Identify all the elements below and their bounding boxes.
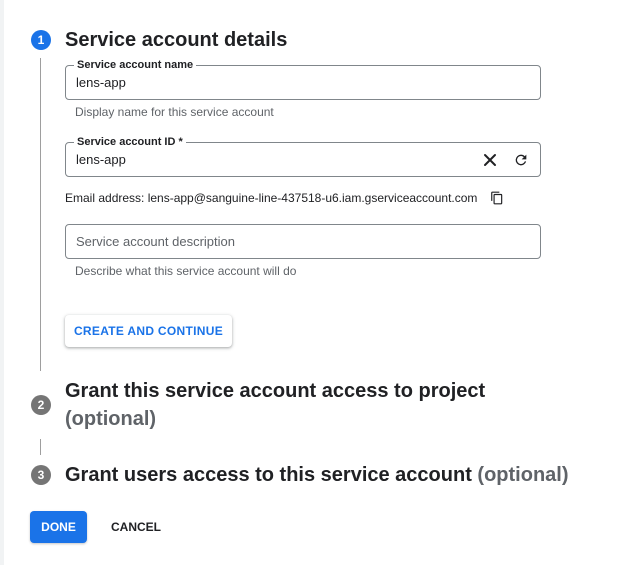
step-2-title: Grant this service account access to pro… bbox=[65, 377, 485, 433]
step-1-badge: 1 bbox=[31, 30, 51, 50]
step-2-badge: 2 bbox=[31, 395, 51, 415]
step-3-optional: (optional) bbox=[477, 464, 569, 486]
step-2-title-text: Grant this service account access to pro… bbox=[65, 380, 486, 402]
step-2-number: 2 bbox=[37, 398, 45, 412]
panel-left-edge bbox=[0, 0, 4, 565]
create-and-continue-button[interactable]: CREATE AND CONTINUE bbox=[65, 315, 232, 347]
step-3-title-text: Grant users access to this service accou… bbox=[65, 464, 472, 486]
service-account-name-hint: Display name for this service account bbox=[75, 105, 274, 119]
step-connector-1 bbox=[40, 58, 41, 371]
clear-icon[interactable] bbox=[479, 149, 501, 171]
service-account-description-hint: Describe what this service account will … bbox=[75, 264, 297, 278]
service-account-name-value[interactable]: lens-app bbox=[76, 75, 126, 90]
refresh-icon[interactable] bbox=[510, 149, 532, 171]
service-account-id-value[interactable]: lens-app bbox=[76, 152, 126, 167]
step-3-number: 3 bbox=[37, 468, 45, 482]
step-1-number: 1 bbox=[37, 33, 45, 47]
service-account-id-label: Service account ID * bbox=[74, 135, 186, 149]
service-account-id-field[interactable]: Service account ID * lens-app bbox=[65, 135, 541, 177]
step-3-title: Grant users access to this service accou… bbox=[65, 461, 569, 489]
email-address-text: Email address: lens-app@sanguine-line-43… bbox=[65, 191, 478, 205]
step-connector-2 bbox=[40, 439, 41, 455]
cancel-button[interactable]: CANCEL bbox=[103, 511, 169, 543]
service-account-name-label: Service account name bbox=[74, 58, 197, 72]
service-account-description-placeholder[interactable]: Service account description bbox=[76, 234, 235, 249]
step-2-optional: (optional) bbox=[65, 408, 157, 430]
step-1-title: Service account details bbox=[65, 29, 288, 51]
service-account-description-field[interactable]: Service account description bbox=[65, 224, 541, 259]
done-button[interactable]: DONE bbox=[30, 511, 87, 543]
copy-icon[interactable] bbox=[486, 187, 508, 209]
step-3-badge: 3 bbox=[31, 465, 51, 485]
service-account-name-field[interactable]: Service account name lens-app bbox=[65, 58, 541, 100]
